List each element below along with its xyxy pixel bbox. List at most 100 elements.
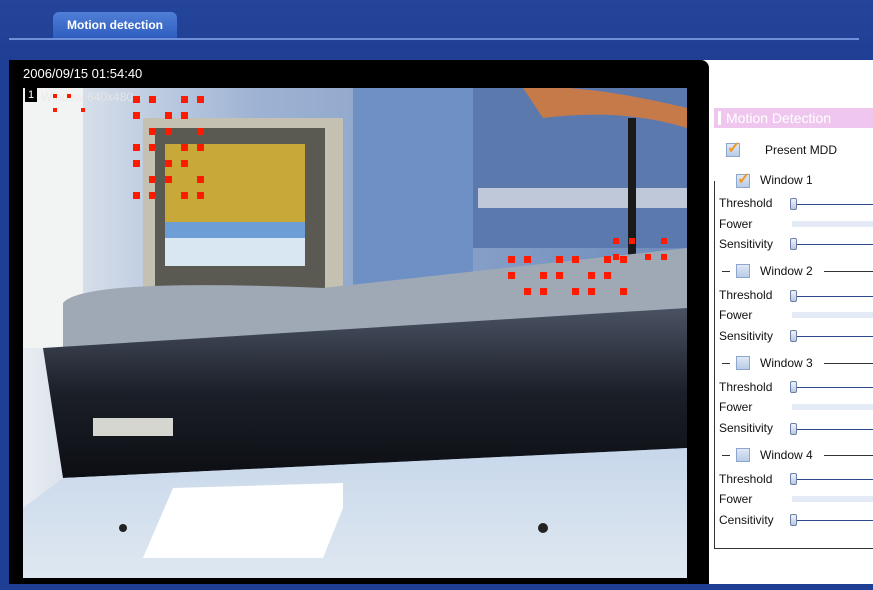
motion-marker [197,192,204,199]
window-1-checkbox[interactable] [736,169,750,189]
camera-view[interactable]: 1 Window 640x480 [23,88,687,578]
motion-marker [588,288,595,295]
window-4-threshold-track [790,479,873,480]
window-2-sensitivity-label: Sensitivity [719,329,774,343]
motion-marker [197,144,204,151]
motion-marker [133,192,140,199]
motion-marker [133,160,140,167]
bottom-frame-bar [0,584,873,590]
window-3-threshold-label: Threshold [719,380,773,394]
window-2-threshold-track [790,296,873,297]
motion-marker [197,128,204,135]
window-1-power-bar [792,221,873,227]
motion-marker [540,272,547,279]
window-3-sensitivity-track [790,429,873,430]
motion-marker [661,254,667,260]
motion-marker [149,96,156,103]
window-2-threshold-slider[interactable] [790,290,797,302]
window-2-sensitivity-slider[interactable] [790,330,797,342]
window-1-sensitivity-slider[interactable] [790,238,797,250]
motion-marker [620,256,627,263]
window-2-label: Window 2 [760,264,813,278]
motion-marker [133,112,140,119]
present-mdd-checkbox[interactable] [726,138,740,158]
motion-marker [661,238,667,244]
motion-marker [181,192,188,199]
motion-marker [540,288,547,295]
video-frame: 2006/09/15 01:54:40 1 Window 640x480 [9,60,709,584]
window-1-power-label: Fower [719,217,753,231]
window-1-threshold-label: Threshold [719,196,773,210]
window-3-rule-left [722,363,730,364]
motion-marker [165,160,172,167]
window-3-power-label: Fower [719,400,753,414]
window-4-checkbox[interactable] [736,448,750,462]
window-3-label: Window 3 [760,356,813,370]
motion-marker [508,272,515,279]
motion-marker [588,272,595,279]
window-4-threshold-slider[interactable] [790,473,797,485]
motion-marker [556,256,563,263]
window-4-label: Window 4 [760,448,813,462]
window-3-power-bar [792,404,873,410]
motion-marker [53,94,57,98]
window-3-threshold-slider[interactable] [790,381,797,393]
present-mdd-label: Present MDD [765,143,838,157]
window-2-checkbox[interactable] [736,264,750,278]
window-2-rule-right [824,271,873,272]
motion-marker [572,256,579,263]
motion-marker [181,160,188,167]
motion-marker [197,176,204,183]
motion-marker [165,176,172,183]
motion-marker [613,238,619,244]
window-1-label: Window 1 [760,173,813,187]
motion-marker [604,256,611,263]
motion-marker [149,144,156,151]
tab-underline [9,38,859,40]
window-1-sensitivity-label: Sensitivity [719,237,774,251]
window-4-rule-right [824,455,873,456]
panel-title: Motion Detection [714,108,873,128]
motion-marker [572,288,579,295]
window-4-sensitivity-label: Censitivity [719,513,774,527]
motion-marker [181,112,188,119]
window-4-power-label: Fower [719,492,753,506]
motion-marker [165,128,172,135]
left-frame-bar [0,60,9,590]
window-2-sensitivity-track [790,336,873,337]
motion-overlay [53,94,667,295]
motion-marker [53,108,57,112]
motion-marker [604,272,611,279]
header-bar: Motion detection [0,0,873,60]
motion-marker [165,112,172,119]
window-4-power-bar [792,496,873,502]
window-2-rule-left [722,271,730,272]
window-1-threshold-track [790,204,873,205]
motion-marker [149,176,156,183]
motion-marker [524,256,531,263]
window-3-threshold-track [790,387,873,388]
motion-marker [133,144,140,151]
window-3-sensitivity-label: Sensitivity [719,421,774,435]
motion-marker [556,272,563,279]
window-3-checkbox[interactable] [736,356,750,370]
window-4-sensitivity-slider[interactable] [790,514,797,526]
motion-marker [149,128,156,135]
motion-marker [508,256,515,263]
window-4-threshold-label: Threshold [719,472,773,486]
motion-marker [620,288,627,295]
window-3-rule-right [824,363,873,364]
window-1-threshold-slider[interactable] [790,198,797,210]
motion-marker [524,288,531,295]
tab-motion-detection[interactable]: Motion detection [53,12,177,38]
motion-marker [81,108,85,112]
window-3-sensitivity-slider[interactable] [790,423,797,435]
motion-marker [613,254,619,260]
window-4-sensitivity-track [790,520,873,521]
video-timestamp: 2006/09/15 01:54:40 [23,66,143,81]
motion-marker [67,94,71,98]
window-1-sensitivity-track [790,244,873,245]
motion-marker [645,254,651,260]
window-2-power-bar [792,312,873,318]
window-4-rule-left [722,455,730,456]
